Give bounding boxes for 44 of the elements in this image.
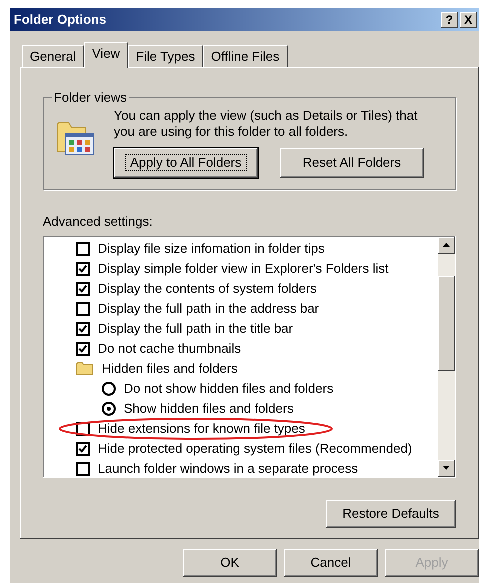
setting-label: Hide extensions for known file types — [98, 420, 306, 438]
tab[interactable]: Offline Files — [203, 45, 288, 67]
checkbox[interactable] — [76, 322, 90, 336]
setting-label: Hide protected operating system files (Recommended) — [98, 440, 412, 458]
close-button[interactable]: X — [460, 12, 477, 28]
restore-defaults-button[interactable]: Restore Defaults — [326, 500, 456, 528]
setting-label: Hidden files and folders — [102, 360, 238, 378]
window-title: Folder Options — [14, 10, 108, 29]
checkbox[interactable] — [76, 302, 90, 316]
advanced-settings-label: Advanced settings: — [43, 213, 154, 231]
checkbox[interactable] — [76, 342, 90, 356]
help-button[interactable]: ? — [441, 12, 458, 28]
setting-label: Do not cache thumbnails — [98, 340, 242, 358]
setting-label: Show hidden files and folders — [124, 400, 294, 418]
radio-button[interactable] — [102, 382, 116, 396]
up-arrow-icon — [443, 243, 450, 247]
folder-action-button[interactable]: Reset All Folders — [280, 148, 424, 178]
down-arrow-icon — [443, 466, 450, 470]
tab[interactable]: File Types — [128, 45, 204, 67]
dialog-button[interactable]: OK — [183, 549, 277, 577]
dialog-button[interactable]: Cancel — [284, 549, 378, 577]
setting-label: Display the full path in the title bar — [98, 320, 294, 338]
setting-label: Display simple folder view in Explorer's Folders list — [98, 260, 389, 278]
checkbox[interactable] — [76, 462, 90, 476]
tab[interactable]: General — [22, 45, 84, 67]
group-legend: Folder views — [52, 88, 129, 108]
checkbox[interactable] — [76, 442, 90, 456]
folder-icon — [76, 361, 94, 376]
scroll-thumb[interactable] — [438, 276, 455, 370]
scroll-up-button[interactable] — [438, 236, 455, 254]
scrollbar[interactable] — [438, 236, 455, 476]
setting-label: Display file size infomation in folder tips — [98, 240, 325, 258]
tab[interactable]: View — [84, 42, 128, 68]
radio-button[interactable] — [102, 402, 116, 416]
checkbox[interactable] — [76, 262, 90, 276]
setting-label: Display the full path in the address bar — [98, 300, 320, 318]
scroll-down-button[interactable] — [438, 460, 455, 476]
folder-views-description: You can apply the view (such as Details or Tiles) that you are using for this folder to all folders. — [114, 108, 419, 140]
folder-action-button[interactable]: Apply to All Folders — [114, 148, 258, 178]
setting-label: Display the contents of system folders — [98, 280, 317, 298]
setting-label: Do not show hidden files and folders — [124, 380, 334, 398]
setting-label: Launch folder windows in a separate process — [98, 460, 358, 476]
checkbox[interactable] — [76, 242, 90, 256]
checkbox[interactable] — [76, 282, 90, 296]
